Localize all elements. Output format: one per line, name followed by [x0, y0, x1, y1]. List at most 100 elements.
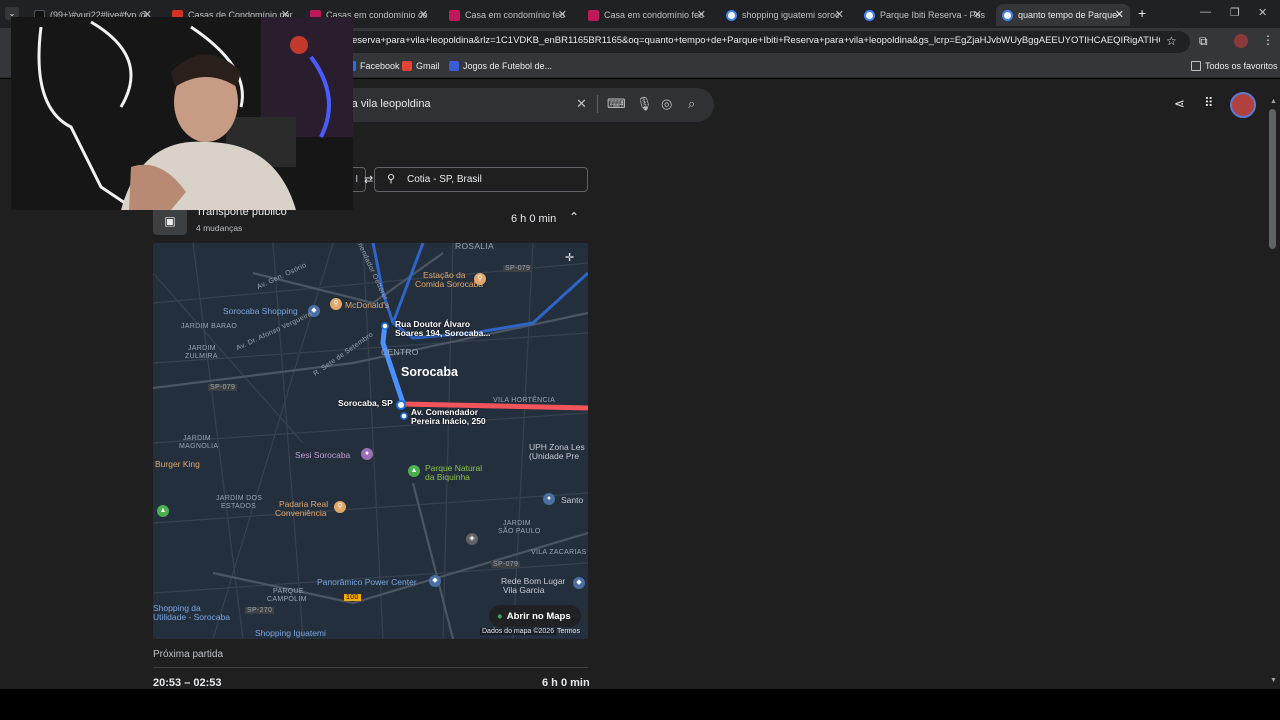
next-departure-label: Próxima partida [153, 649, 224, 660]
microphone-icon[interactable]: 🎙 [636, 96, 653, 112]
tab-title: shopping iguatemi soroc [742, 10, 840, 20]
tab-casa-em-condominio-2[interactable]: Casa em condomínio fec ✕ [582, 4, 712, 26]
next-departure-duration: 6 h 0 min [542, 677, 590, 689]
open-in-maps-label: Abrir no Maps [506, 610, 571, 622]
map-label: SÃO PAULO [498, 528, 541, 535]
bookmark-label: Facebook [360, 61, 400, 71]
search-divider [597, 95, 598, 113]
next-departure-times[interactable]: 20:53 – 02:53 [153, 677, 222, 689]
clear-icon[interactable]: ✕ [576, 96, 587, 112]
url-text[interactable]: eserva+para+vila+leopoldina&rlz=1C1VDKB_… [352, 35, 1160, 46]
profile-avatar[interactable] [1234, 34, 1248, 48]
tab-close-icon[interactable]: ✕ [835, 8, 844, 21]
google-icon [726, 9, 737, 21]
share-icon[interactable]: ⋖ [1174, 96, 1185, 112]
poi-icon[interactable]: ● [361, 448, 373, 460]
map-terms-link[interactable]: Termos [557, 628, 580, 635]
map-label: Conveniência [275, 508, 327, 518]
destination-text[interactable]: Cotia - SP, Brasil [407, 174, 482, 185]
bookmark-facebook[interactable]: Facebook [346, 61, 400, 71]
account-avatar[interactable] [1230, 92, 1256, 118]
restaurant-icon[interactable]: ⚲ [334, 501, 346, 513]
gmail-icon [402, 61, 412, 71]
map-label: JARDIM [503, 520, 531, 527]
location-pin-icon: ⚲ [387, 173, 396, 185]
map-label: (Unidade Pre [529, 451, 580, 461]
map-label: da Biquinha [425, 472, 470, 482]
waypoint-label: Soares 194, Sorocaba... [395, 328, 491, 338]
park-icon[interactable]: ▲ [408, 465, 420, 477]
chevron-up-icon[interactable]: ⌃ [569, 210, 579, 224]
minimize-icon[interactable]: — [1200, 6, 1211, 18]
tab-close-icon[interactable]: ✕ [558, 8, 567, 21]
map-label: VILA ZACARIAS [531, 549, 587, 556]
map-label: Sorocaba Shopping [223, 306, 298, 316]
tab-close-icon[interactable]: ✕ [419, 8, 428, 21]
tab-quanto-tempo[interactable]: quanto tempo de Parque ✕ [996, 4, 1130, 26]
bookmark-gmail[interactable]: Gmail [402, 61, 440, 71]
tab-title: Parque Ibiti Reserva - Pes [880, 10, 986, 20]
bookmark-jogos-futebol[interactable]: Jogos de Futebol de... [449, 61, 552, 71]
map-label: JARDIM BARAO [181, 323, 238, 330]
bus-icon: ▣ [153, 207, 187, 235]
keyboard-icon[interactable]: ⌨ [607, 96, 626, 112]
restaurant-icon[interactable]: ⚲ [330, 298, 342, 310]
map-label: Santo [561, 495, 584, 505]
extensions-icon[interactable]: ⧉ [1199, 34, 1208, 49]
page-scrollbar[interactable] [1269, 109, 1276, 249]
letterbox-bar [0, 689, 1280, 720]
search-query[interactable]: ra vila leopoldina [348, 98, 431, 110]
map-label: CAMPOLIM [267, 596, 307, 603]
map-label: VILA HORTÊNCIA [493, 397, 556, 404]
tab-close-icon[interactable]: ✕ [1115, 8, 1124, 21]
city-label: Sorocaba [401, 365, 458, 379]
tab-close-icon[interactable]: ✕ [697, 8, 706, 21]
shopping-icon[interactable]: ◆ [573, 577, 585, 589]
map-label: JARDIM DOS [216, 495, 263, 502]
expand-map-icon[interactable]: ✛ [565, 251, 574, 264]
restaurant-icon[interactable]: ⚲ [474, 273, 486, 285]
all-bookmarks-label: Todos os favoritos [1205, 61, 1278, 71]
road-shield: SP-079 [503, 265, 533, 272]
school-icon[interactable]: ◈ [466, 533, 478, 545]
map-label: MAGNOLIA [179, 443, 219, 450]
swap-icon[interactable]: ⇄ [364, 173, 373, 186]
road-shield: SP-270 [245, 607, 275, 614]
scroll-up-icon[interactable]: ▲ [1270, 98, 1277, 105]
map-label: JARDIM [183, 435, 211, 442]
apps-grid-icon[interactable]: ⠿ [1204, 95, 1214, 111]
lens-camera-icon[interactable]: ◎ [661, 96, 672, 112]
game-icon [449, 61, 459, 71]
map-label: Sesi Sorocaba [295, 450, 351, 460]
browser-menu-icon[interactable]: ⋮ [1262, 33, 1274, 47]
road-shield: SP-079 [208, 384, 238, 391]
tab-casa-em-condominio-1[interactable]: Casa em condomínio fec ✕ [443, 4, 573, 26]
road-shield: SP-079 [491, 561, 521, 568]
close-window-icon[interactable]: ✕ [1258, 6, 1267, 19]
tab-title: quanto tempo de Parque [1018, 10, 1118, 20]
all-bookmarks[interactable]: Todos os favoritos [1191, 61, 1278, 71]
new-tab-button[interactable]: + [1138, 5, 1146, 21]
shopping-icon[interactable]: ◆ [429, 575, 441, 587]
map-attribution: Dados do mapa ©2026 [480, 628, 557, 635]
map-label: Utilidade - Sorocaba [153, 612, 231, 622]
poi-icon[interactable]: ● [543, 493, 555, 505]
webcam-overlay [11, 17, 353, 210]
bookmark-star-icon[interactable]: ☆ [1166, 34, 1177, 48]
map-label: Panorâmico Power Center [317, 577, 417, 587]
bookmark-label: Jogos de Futebol de... [463, 61, 553, 71]
tab-close-icon[interactable]: ✕ [973, 8, 982, 21]
open-in-maps-button[interactable]: ● Abrir no Maps [489, 605, 581, 627]
park-icon[interactable]: ▲ [157, 505, 169, 517]
tab-shopping-iguatemi[interactable]: shopping iguatemi soroc ✕ [720, 4, 850, 26]
restore-icon[interactable]: ❐ [1230, 6, 1240, 19]
scroll-down-icon[interactable]: ▼ [1270, 677, 1277, 684]
route-map[interactable]: ROSALIA Estação da Comida Sorocaba ⚲ McD… [153, 243, 588, 639]
folder-icon [1191, 61, 1201, 71]
map-label: Burger King [155, 459, 200, 469]
map-label: Shopping Iguatemi [255, 628, 326, 638]
transit-changes: 4 mudanças [196, 223, 243, 233]
tab-parque-ibiti[interactable]: Parque Ibiti Reserva - Pes ✕ [858, 4, 988, 26]
search-icon[interactable]: ⌕ [688, 96, 695, 112]
waypoint-label: Pereira Inácio, 250 [411, 416, 486, 426]
